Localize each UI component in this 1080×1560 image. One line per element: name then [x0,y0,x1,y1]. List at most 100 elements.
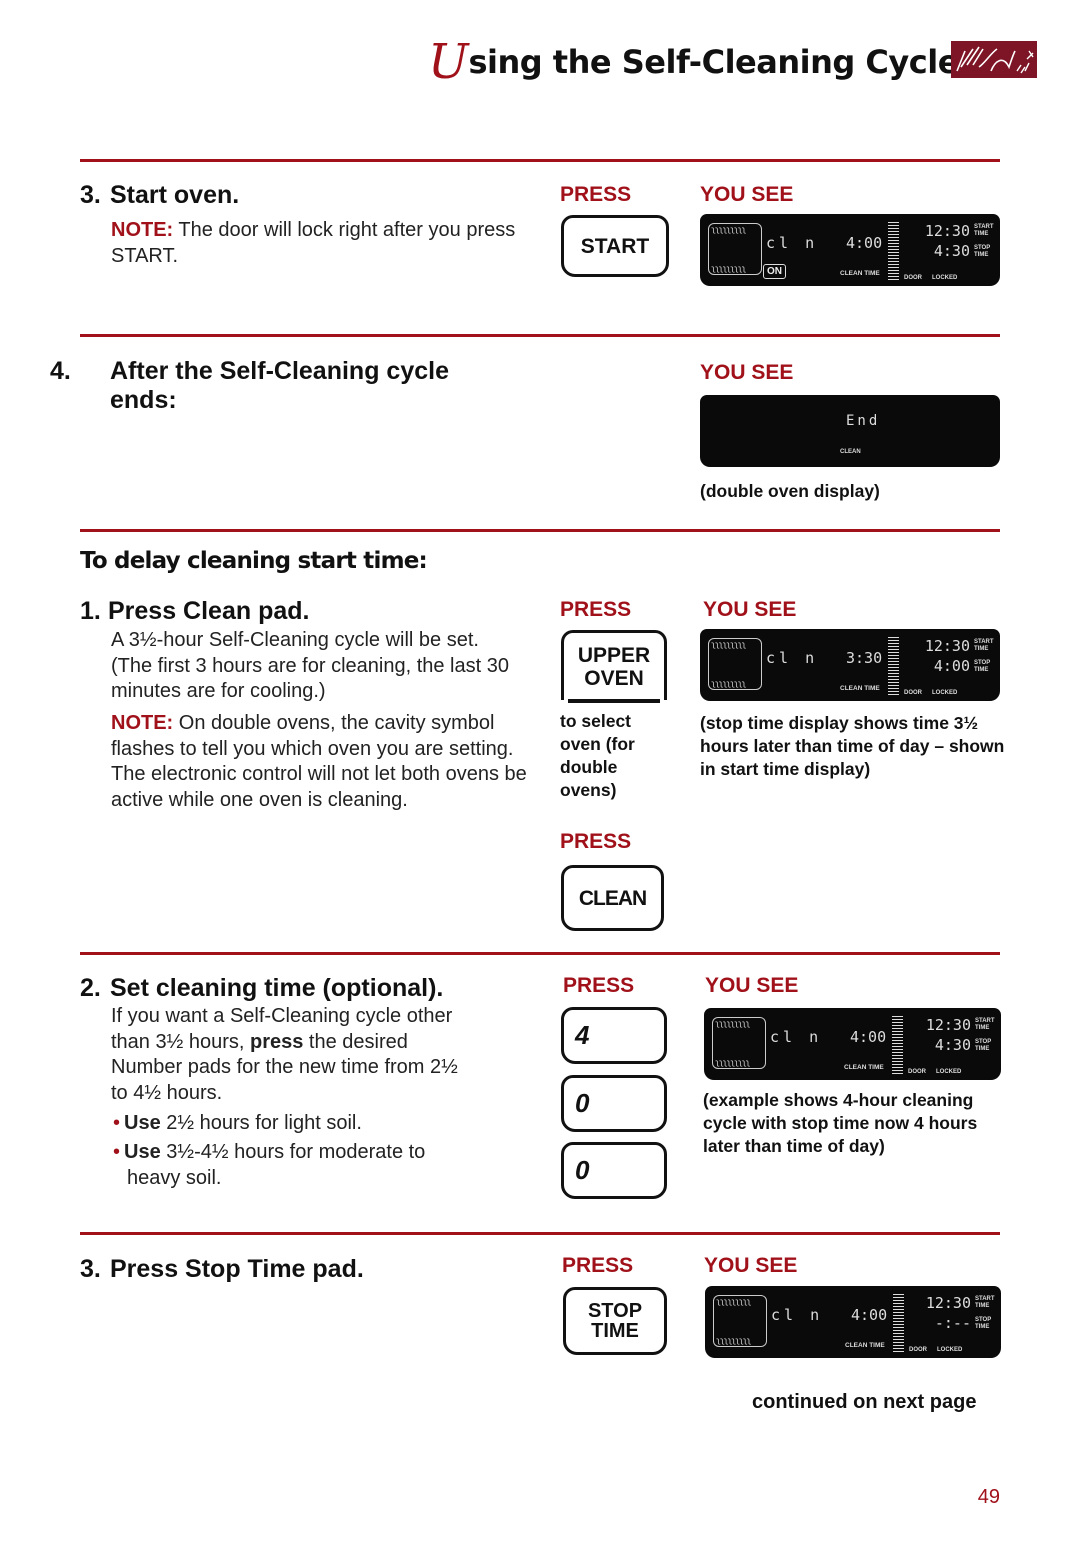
start-time-label: START TIME [975,1296,995,1309]
level-bars-icon [893,1294,904,1352]
step-set-cleaning-time-heading: 2. Set cleaning time (optional). [80,974,443,1003]
step-title: Set cleaning time (optional). [110,974,444,1002]
title-initial: U [428,34,469,90]
bullet-bold: Use [124,1112,161,1134]
example-caption: (example shows 4-hour cleaning cycle wit… [703,1090,978,1156]
bullet-icon: • [113,1141,121,1163]
step-title: After the Self-Cleaning cycle ends: [110,357,449,414]
step-after-cycle-heading: 4. After the Self-Cleaning cycle ends: [50,357,460,415]
section-divider [80,529,1000,532]
clean-time-value: 4:00 [850,1028,887,1046]
step-number: 1. [80,597,101,625]
stop-time-caption: (stop time display shows time 3½ hours l… [700,713,1005,779]
door-label: DOOR [909,1347,927,1353]
you-see-label: YOU SEE [700,183,794,206]
you-see-label: YOU SEE [704,1254,798,1277]
start-time-value: 12:30 [924,637,970,655]
step-title: Press Clean pad. [108,597,310,625]
bullet-text: 2½ hours for light soil. [160,1112,362,1134]
you-see-label: YOU SEE [705,974,799,997]
upper-oven-pad-button[interactable]: UPPER OVEN [561,630,667,703]
press-label: PRESS [560,598,632,621]
lcd-display-end: End CLEAN [700,395,1000,467]
step-start-note: NOTE: The door will lock right after you… [111,218,521,269]
page-title: Using the Self-Cleaning Cycle [428,34,959,94]
level-bars-icon [888,637,899,695]
double-oven-caption: (double oven display) [700,481,880,501]
pad-label-line1: STOP [587,1300,643,1322]
start-time-label: START TIME [974,224,994,237]
clean-time-label: CLEAN TIME [840,685,880,692]
door-label: DOOR [904,690,922,696]
start-pad-button[interactable]: START [561,215,669,277]
number-pad-4[interactable]: 4 [561,1007,667,1064]
locked-label: LOCKED [937,1347,963,1353]
you-see-label: YOU SEE [700,361,794,384]
pad-label-line1: UPPER [577,643,651,667]
level-bars-icon [888,222,899,280]
door-label: DOOR [904,275,922,281]
step-set-cleaning-time-text: If you want a Self-Cleaning cycle other … [111,1004,461,1106]
lcd-display-set-time: ʅʅʅʅʅʅʅʅʅ ʅʅʅʅʅʅʅʅʅ cl n 4:00 CLEAN TIME … [704,1008,1001,1080]
page-number: 49 [977,1486,1000,1508]
text-bold: press [249,1030,304,1053]
step-number: 2. [80,974,101,1002]
note-label: NOTE: [111,712,174,734]
clean-time-value: 4:00 [851,1306,888,1324]
step-press-clean-note: NOTE: On double ovens, the cavity symbol… [111,711,531,813]
level-bars-icon [892,1016,903,1074]
note-text: On double ovens, the cavity symbol flash… [111,712,527,811]
lcd-display-start: ʅʅʅʅʅʅʅʅʅ ʅʅʅʅʅʅʅʅʅ cl n ON 4:00 CLEAN TI… [700,214,1000,286]
clean-label: CLEAN [840,449,861,455]
title-text: sing the Self-Cleaning Cycle [468,43,959,81]
pad-label-line2: OVEN [584,666,644,690]
step-press-clean-text: A 3½-hour Self-Cleaning cycle will be se… [111,629,509,702]
pad-label-line2: TIME [591,1320,639,1342]
step-title: Press Stop Time pad. [110,1255,364,1283]
upper-oven-caption: to select oven (for double ovens) [560,711,635,800]
locked-label: LOCKED [936,1069,962,1075]
stop-time-value: 4:30 [934,1036,971,1054]
bullet-icon: • [113,1112,121,1134]
section-divider [80,952,1000,955]
start-time-value: 12:30 [924,222,970,240]
door-label: DOOR [908,1069,926,1075]
clean-pad-button[interactable]: CLEAN [561,865,664,931]
locked-label: LOCKED [932,275,958,281]
continued-note: continued on next page [752,1391,977,1413]
step-press-clean-heading: 1. Press Clean pad. [80,597,309,626]
lcd-display-delay-clean: ʅʅʅʅʅʅʅʅʅ ʅʅʅʅʅʅʅʅʅ cl n 3:30 CLEAN TIME … [700,629,1000,701]
step-start-oven-heading: 3. Start oven. [80,181,239,210]
section-divider [80,1232,1000,1235]
number-pad-0[interactable]: 0 [561,1075,667,1132]
press-label: PRESS [560,183,632,206]
note-label: NOTE: [111,219,174,241]
display-mode: cl n [771,1306,824,1324]
number-pad-0[interactable]: 0 [561,1142,667,1199]
display-mode: cl n [770,1028,823,1046]
start-time-label: START TIME [974,639,994,652]
clean-time-label: CLEAN TIME [845,1342,885,1349]
on-indicator: ON [763,264,786,279]
start-time-value: 12:30 [925,1016,971,1034]
stop-time-pad-button[interactable]: STOP TIME [563,1287,667,1355]
lcd-display-stop-time: ʅʅʅʅʅʅʅʅʅ ʅʅʅʅʅʅʅʅʅ cl n 4:00 CLEAN TIME … [705,1286,1001,1358]
oven-cavity-icon: ʅʅʅʅʅʅʅʅʅ ʅʅʅʅʅʅʅʅʅ [708,223,762,275]
bullet-item: • Use 2½ hours for light soil. [113,1111,473,1137]
press-label: PRESS [562,1254,634,1277]
step-press-stop-time-heading: 3. Press Stop Time pad. [80,1255,364,1284]
clean-time-value-flashing: 3:30 [846,649,883,667]
you-see-label: YOU SEE [703,598,797,621]
press-label: PRESS [560,830,632,853]
stop-time-value-flashing: -:-- [934,1314,971,1332]
clean-time-label: CLEAN TIME [844,1064,884,1071]
stop-time-label: STOP TIME [974,245,991,258]
bullet-text: 3½-4½ hours for moderate to heavy soil. [127,1141,426,1189]
step-number: 3. [80,181,101,209]
clean-time-value: 4:00 [846,234,883,252]
brand-logo-icon [951,41,1037,78]
oven-cavity-icon: ʅʅʅʅʅʅʅʅʅ ʅʅʅʅʅʅʅʅʅ [713,1295,767,1347]
display-mode: cl n [766,649,819,667]
press-label: PRESS [563,974,635,997]
step-number: 4. [50,357,71,385]
